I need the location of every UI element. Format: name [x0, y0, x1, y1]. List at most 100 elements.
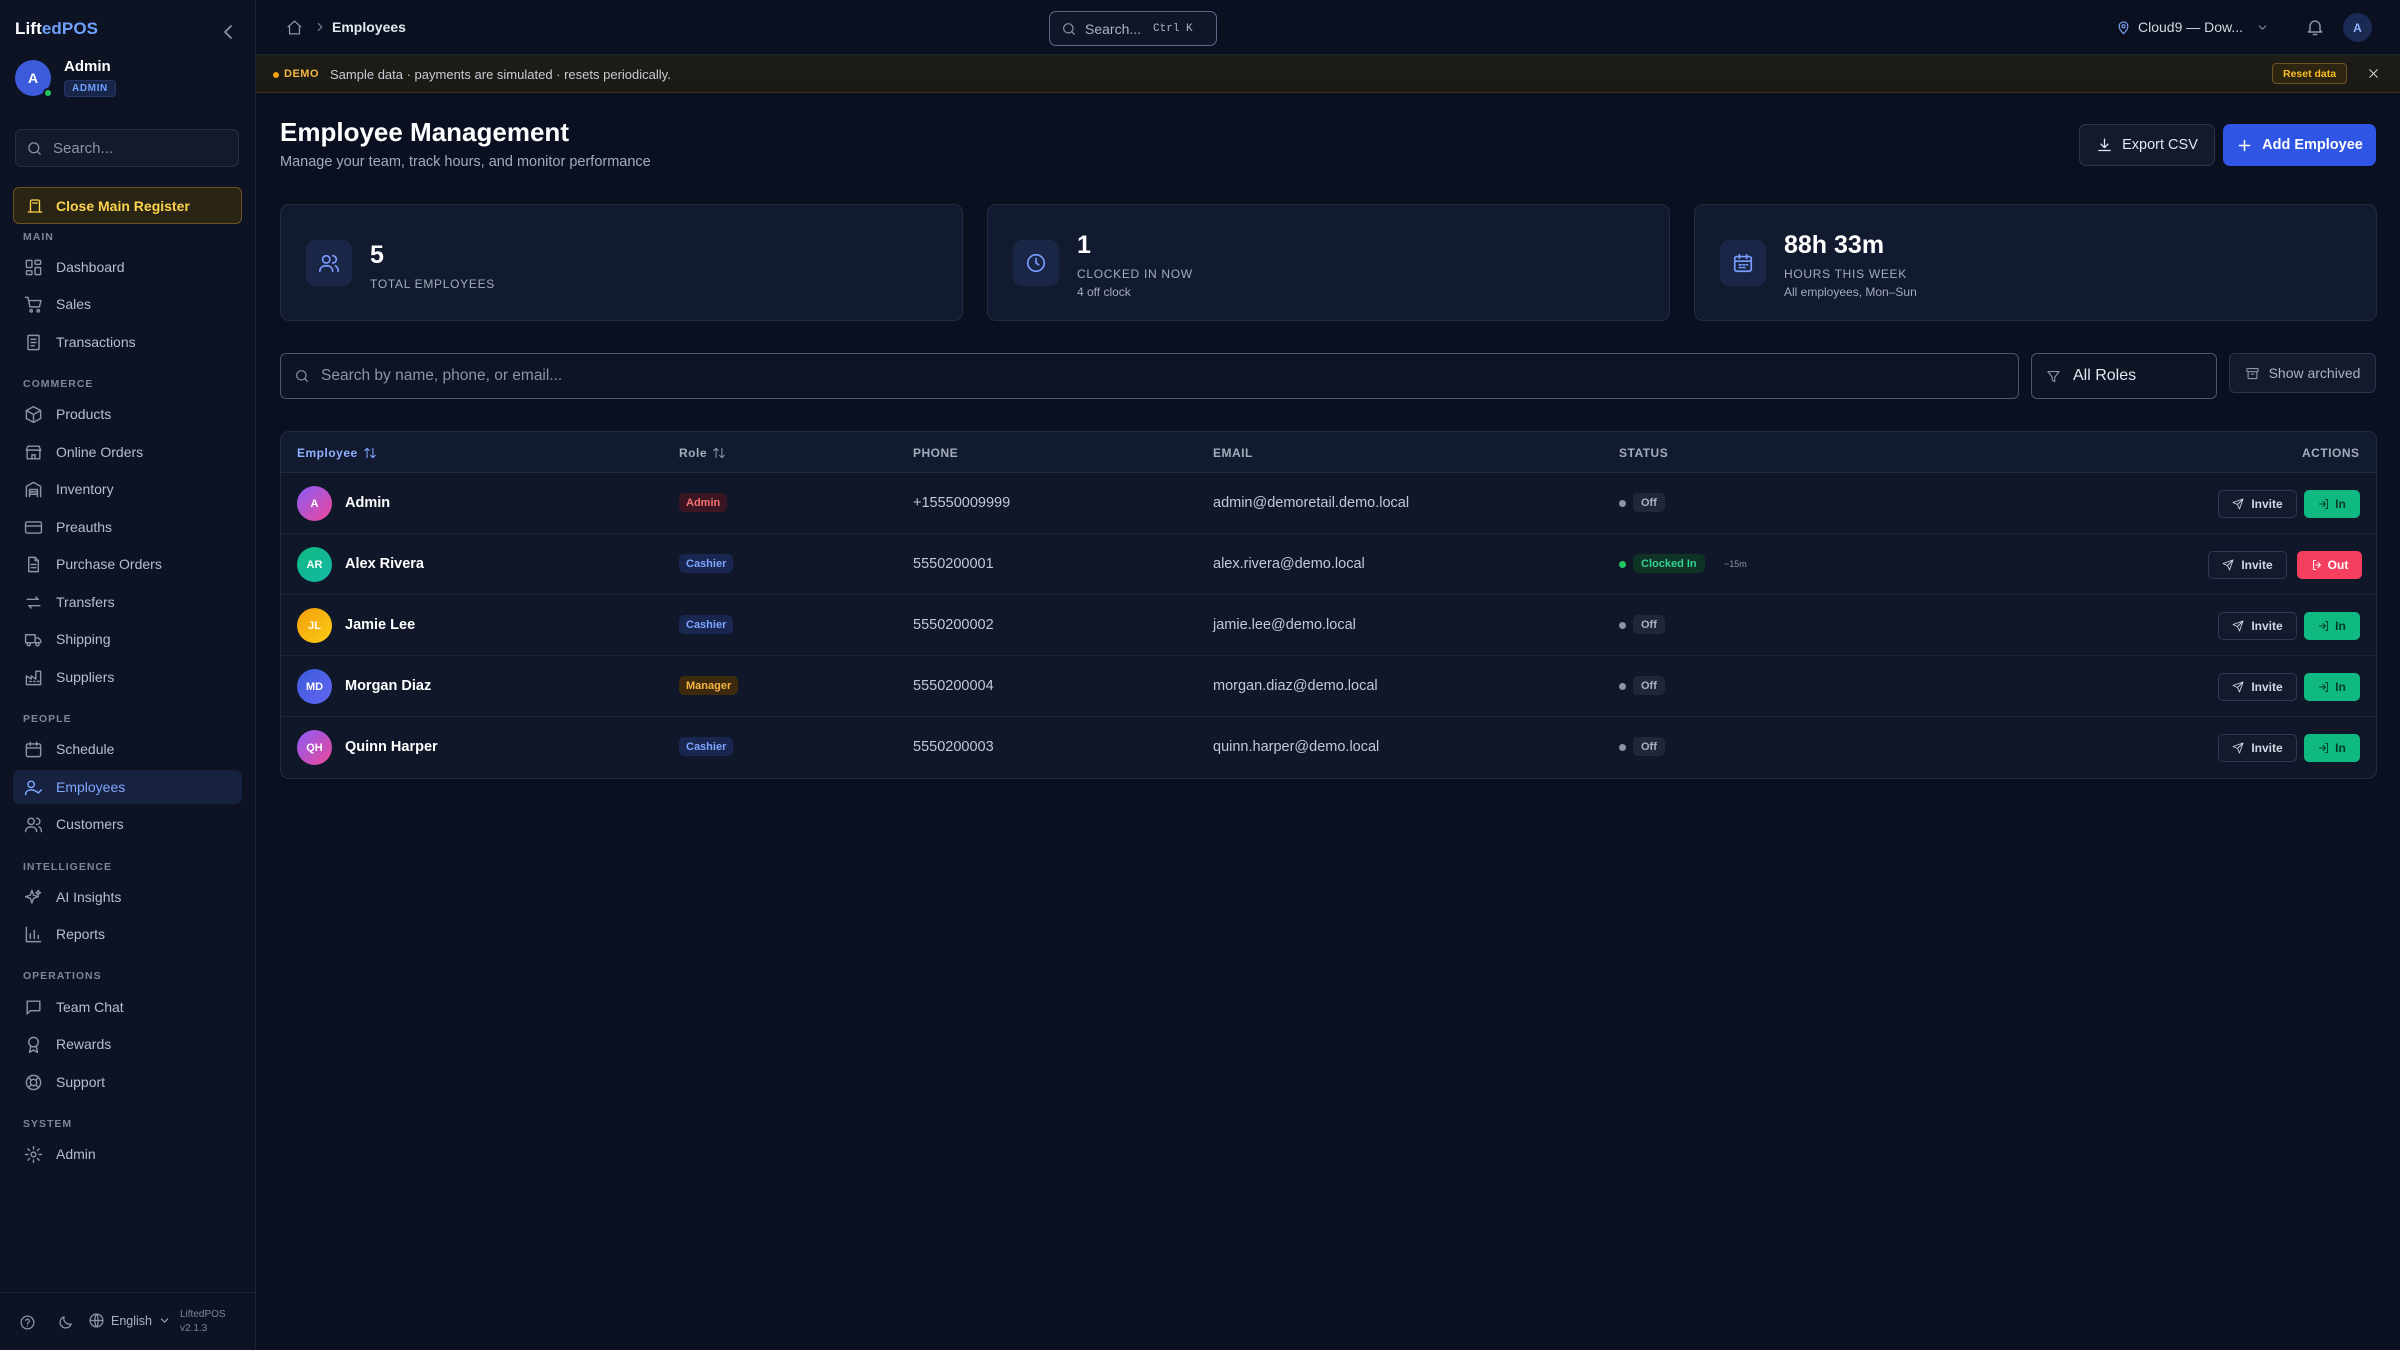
- employee-email: morgan.diaz@demo.local: [1213, 678, 1378, 694]
- table-row[interactable]: MD Morgan Diaz Manager 5550200004 morgan…: [281, 656, 2376, 717]
- home-icon[interactable]: [286, 19, 303, 36]
- sidebar-item-label: Employees: [56, 779, 126, 795]
- add-employee-button[interactable]: Add Employee: [2223, 124, 2376, 166]
- employee-search-input[interactable]: Search by name, phone, or email...: [280, 353, 2019, 399]
- sidebar-item-online-orders[interactable]: Online Orders: [13, 435, 242, 469]
- reset-data-button[interactable]: Reset data: [2272, 63, 2348, 84]
- employee-name[interactable]: Morgan Diaz: [345, 678, 431, 694]
- sidebar-item-reports[interactable]: Reports: [13, 917, 242, 951]
- stat-value: 5: [370, 241, 384, 269]
- sidebar-item-suppliers[interactable]: Suppliers: [13, 660, 242, 694]
- clock-in-button[interactable]: In: [2304, 734, 2360, 762]
- collapse-sidebar-icon[interactable]: [216, 20, 236, 40]
- clock-in-button[interactable]: In: [2304, 673, 2360, 701]
- sidebar-item-transfers[interactable]: Transfers: [13, 585, 242, 619]
- plus-icon: [2238, 139, 2251, 151]
- sidebar-item-preauths[interactable]: Preauths: [13, 510, 242, 544]
- employee-name[interactable]: Admin: [345, 495, 390, 511]
- search-icon: [1063, 22, 1075, 35]
- sidebar-item-rewards[interactable]: Rewards: [13, 1027, 242, 1061]
- online-indicator: [43, 88, 53, 98]
- keyboard-shortcut: Ctrl K: [1153, 22, 1193, 35]
- help-icon[interactable]: [19, 1314, 36, 1331]
- table-row[interactable]: JL Jamie Lee Cashier 5550200002 jamie.le…: [281, 595, 2376, 656]
- sidebar-item-inventory[interactable]: Inventory: [13, 472, 242, 506]
- sidebar-item-employees[interactable]: Employees: [13, 770, 242, 804]
- user-profile[interactable]: A Admin ADMIN: [15, 58, 245, 102]
- chevron-down-icon: [160, 1318, 169, 1323]
- theme-toggle-moon-icon[interactable]: [57, 1314, 74, 1331]
- sidebar-item-dashboard[interactable]: Dashboard: [13, 250, 242, 284]
- employee-name[interactable]: Quinn Harper: [345, 739, 438, 755]
- clock-in-button[interactable]: In: [2304, 490, 2360, 518]
- status-badge: Off: [1633, 493, 1665, 512]
- column-header-employee[interactable]: Employee: [297, 446, 377, 460]
- close-banner-icon[interactable]: [2366, 66, 2381, 81]
- app-version-name: LiftedPOS: [180, 1309, 226, 1320]
- archive-icon: [2245, 367, 2259, 379]
- chevron-down-icon: [2258, 24, 2267, 30]
- global-search-button[interactable]: Search... Ctrl K: [1049, 11, 1217, 46]
- invite-button[interactable]: Invite: [2208, 551, 2287, 579]
- sidebar-item-sales[interactable]: Sales: [13, 287, 242, 321]
- app-version-number: v2.1.3: [180, 1323, 208, 1334]
- log-in-icon: [2319, 499, 2329, 509]
- sidebar-item-customers[interactable]: Customers: [13, 807, 242, 841]
- close-register-label: Close Main Register: [56, 197, 190, 214]
- sidebar-item-purchase-orders[interactable]: Purchase Orders: [13, 547, 242, 581]
- send-icon: [2232, 620, 2244, 632]
- sidebar-item-ai-insights[interactable]: AI Insights: [13, 880, 242, 914]
- employee-name[interactable]: Jamie Lee: [345, 617, 415, 633]
- language-select[interactable]: English: [88, 1312, 171, 1329]
- employee-avatar: A: [297, 486, 332, 521]
- table-row[interactable]: AR Alex Rivera Cashier 5550200001 alex.r…: [281, 534, 2376, 595]
- employee-name[interactable]: Alex Rivera: [345, 556, 424, 572]
- section-people: PEOPLE: [23, 713, 72, 725]
- sidebar-item-support[interactable]: Support: [13, 1065, 242, 1099]
- lifebuoy-icon: [25, 1074, 42, 1090]
- invite-button[interactable]: Invite: [2218, 734, 2297, 762]
- add-employee-label: Add Employee: [2262, 137, 2363, 153]
- column-header-phone: PHONE: [913, 446, 959, 460]
- sidebar-item-shipping[interactable]: Shipping: [13, 622, 242, 656]
- sidebar-item-team-chat[interactable]: Team Chat: [13, 990, 242, 1024]
- employee-email: alex.rivera@demo.local: [1213, 556, 1365, 572]
- notifications-bell-icon[interactable]: [2305, 17, 2325, 37]
- sidebar-item-label: Online Orders: [56, 444, 144, 460]
- export-csv-button[interactable]: Export CSV: [2079, 124, 2215, 166]
- table-row[interactable]: QH Quinn Harper Cashier 5550200003 quinn…: [281, 717, 2376, 778]
- sidebar-search-input[interactable]: Search...: [15, 129, 239, 167]
- user-avatar-button[interactable]: A: [2343, 13, 2372, 42]
- store-icon: [25, 444, 42, 460]
- sidebar-footer: English LiftedPOS v2.1.3: [0, 1292, 256, 1350]
- invite-button[interactable]: Invite: [2218, 612, 2297, 640]
- status-dot: [1619, 500, 1626, 507]
- clock-in-button[interactable]: In: [2304, 612, 2360, 640]
- invite-label: Invite: [2251, 497, 2283, 511]
- invite-button[interactable]: Invite: [2218, 490, 2297, 518]
- role-badge: Cashier: [679, 615, 734, 634]
- table-row[interactable]: A Admin Admin +15550009999 admin@demoret…: [281, 473, 2376, 534]
- user-role-badge: ADMIN: [64, 80, 116, 97]
- employee-avatar: QH: [297, 730, 332, 765]
- send-icon: [2222, 559, 2234, 571]
- sidebar-item-transactions[interactable]: Transactions: [13, 325, 242, 359]
- sidebar-item-admin[interactable]: Admin: [13, 1137, 242, 1171]
- location-selector[interactable]: Cloud9 — Dow...: [2116, 19, 2269, 35]
- role-filter-select[interactable]: All Roles: [2031, 353, 2217, 399]
- stat-sub: 4 off clock: [1077, 285, 1131, 299]
- sidebar-item-products[interactable]: Products: [13, 397, 242, 431]
- show-archived-button[interactable]: Show archived: [2229, 353, 2376, 393]
- sidebar-item-label: Shipping: [56, 631, 111, 647]
- clock-out-button[interactable]: Out: [2297, 551, 2362, 579]
- sidebar-item-schedule[interactable]: Schedule: [13, 732, 242, 766]
- status-badge: Off: [1633, 676, 1665, 695]
- sidebar-item-label: Rewards: [56, 1036, 112, 1052]
- close-register-button[interactable]: Close Main Register: [13, 187, 242, 224]
- invite-button[interactable]: Invite: [2218, 673, 2297, 701]
- column-header-role[interactable]: Role: [679, 446, 726, 460]
- brand-logo[interactable]: LiftedPOS: [15, 19, 98, 39]
- sidebar-item-label: Purchase Orders: [56, 556, 162, 572]
- page-title: Employee Management: [280, 117, 569, 147]
- demo-tag: DEMO: [284, 68, 319, 80]
